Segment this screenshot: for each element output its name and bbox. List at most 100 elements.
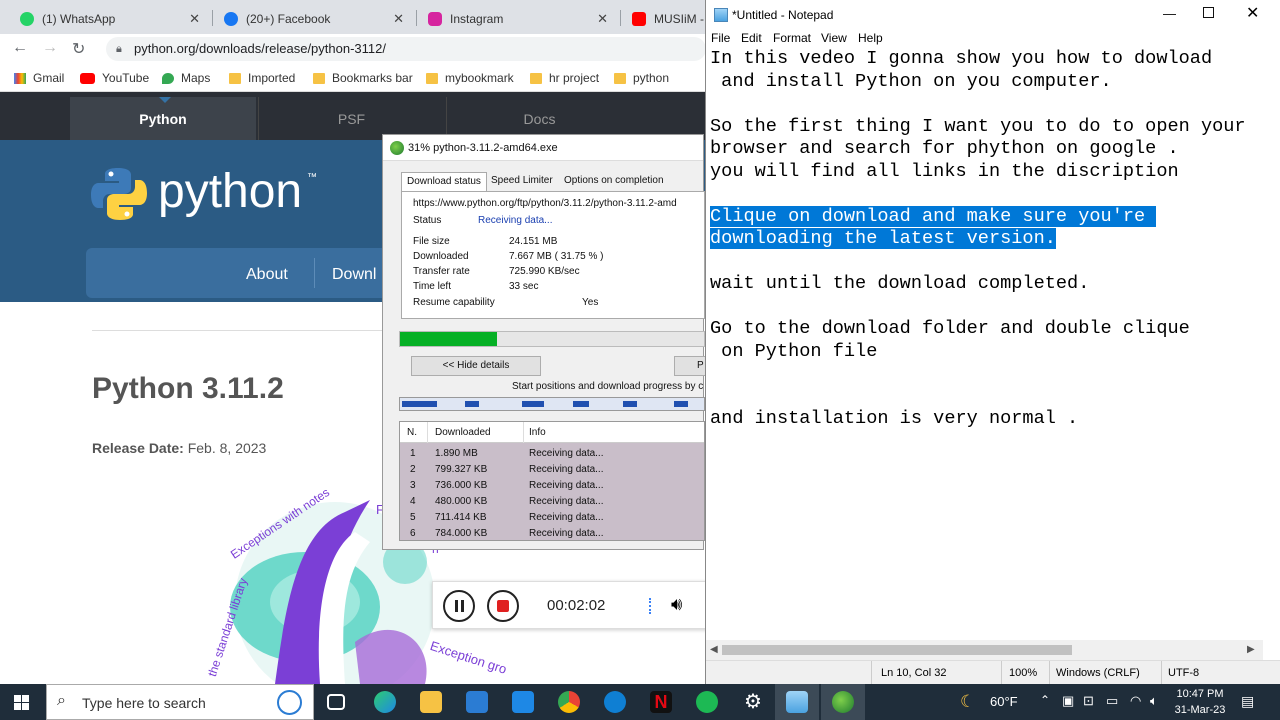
- back-icon[interactable]: ←: [12, 39, 28, 57]
- hide-details-button[interactable]: << Hide details: [411, 356, 541, 376]
- menu-downloads[interactable]: Downl: [332, 266, 376, 284]
- taskbar-search-box[interactable]: ⌕ Type here to search: [46, 684, 314, 720]
- gmail-icon: [14, 72, 26, 84]
- tray-icon[interactable]: ▣: [1062, 693, 1074, 709]
- scroll-right-icon[interactable]: ▶: [1247, 644, 1255, 655]
- field-value: 725.990 KB/sec: [509, 266, 580, 277]
- bing-icon[interactable]: [277, 690, 302, 715]
- table-row[interactable]: 6 784.000 KB Receiving data...: [400, 526, 704, 540]
- folder-icon: [530, 72, 542, 84]
- bookmark-bookmarks-bar[interactable]: Bookmarks bar: [313, 71, 413, 85]
- mail-icon[interactable]: [512, 691, 534, 713]
- bookmark-imported[interactable]: Imported: [229, 71, 295, 85]
- minimize-icon[interactable]: —: [1163, 6, 1176, 21]
- table-cell: 799.327 KB: [435, 464, 488, 475]
- field-value: Yes: [582, 297, 599, 308]
- table-cell: 6: [410, 528, 416, 539]
- tray-icon[interactable]: ⊡: [1083, 693, 1094, 709]
- settings-icon[interactable]: ⚙: [742, 691, 764, 713]
- close-icon[interactable]: ✕: [597, 11, 608, 27]
- release-date-label: Release Date:: [92, 440, 184, 456]
- horizontal-scrollbar[interactable]: ◀ ▶: [706, 640, 1263, 660]
- menu-help[interactable]: Help: [858, 31, 883, 45]
- zoom-icon[interactable]: [604, 691, 626, 713]
- task-view-icon[interactable]: [327, 694, 345, 710]
- windows-start-icon[interactable]: [14, 695, 30, 711]
- tab-facebook[interactable]: (20+) Facebook ✕: [212, 4, 412, 34]
- tab-download-status[interactable]: Download status: [401, 172, 487, 192]
- battery-icon[interactable]: ▭: [1106, 693, 1118, 709]
- menu-file[interactable]: File: [711, 31, 730, 45]
- stop-recording-button[interactable]: [487, 590, 519, 622]
- bookmark-python[interactable]: python: [614, 71, 669, 85]
- table-row[interactable]: 2 799.327 KB Receiving data...: [400, 462, 704, 478]
- spotify-icon[interactable]: [696, 691, 718, 713]
- network-icon[interactable]: ◠: [1130, 693, 1141, 709]
- bookmark-maps[interactable]: Maps: [162, 71, 210, 85]
- selected-text: Clique on download and make sure you're …: [710, 205, 1157, 249]
- notepad-text-area[interactable]: In this vedeo I gonna show you how to do…: [710, 48, 1265, 640]
- table-row[interactable]: 3 736.000 KB Receiving data...: [400, 478, 704, 494]
- connections-table: N. Downloaded Info 1 1.890 MB Receiving da…: [399, 421, 705, 541]
- notifications-icon[interactable]: ▤: [1241, 693, 1254, 710]
- table-row[interactable]: 5 711.414 KB Receiving data...: [400, 510, 704, 526]
- tab-whatsapp[interactable]: (1) WhatsApp ✕: [8, 4, 208, 34]
- column-header[interactable]: N.: [407, 427, 417, 438]
- menu-format[interactable]: Format: [773, 31, 811, 45]
- bookmark-mybookmark[interactable]: mybookmark: [426, 71, 514, 85]
- reload-icon[interactable]: ↻: [72, 39, 85, 59]
- nav-python[interactable]: Python: [70, 97, 256, 140]
- idm-taskbar-active[interactable]: [821, 684, 865, 720]
- scroll-left-icon[interactable]: ◀: [710, 644, 718, 655]
- python-logo-icon[interactable]: [90, 166, 148, 222]
- tab-label: MUSIiM -: [654, 12, 704, 26]
- speaker-icon[interactable]: 🔊︎: [671, 594, 682, 615]
- table-cell: Receiving data...: [529, 528, 604, 539]
- download-url: https://www.python.org/ftp/python/3.11.2…: [413, 198, 677, 209]
- chevron-up-icon[interactable]: ⌃: [1040, 693, 1050, 707]
- vertical-scrollbar[interactable]: [1263, 48, 1280, 640]
- clock-time: 10:47 PM: [1176, 688, 1224, 700]
- chrome-icon[interactable]: [558, 691, 580, 713]
- file-explorer-icon[interactable]: [420, 691, 442, 713]
- close-icon[interactable]: ✕: [393, 11, 404, 27]
- menu-edit[interactable]: Edit: [741, 31, 762, 45]
- tab-options-on-completion[interactable]: Options on completion: [564, 175, 664, 186]
- column-header[interactable]: Info: [529, 427, 546, 438]
- store-icon[interactable]: [466, 691, 488, 713]
- table-row[interactable]: 1 1.890 MB Receiving data...: [400, 446, 704, 462]
- table-cell: 736.000 KB: [435, 480, 488, 491]
- instagram-icon: [428, 12, 442, 26]
- pause-recording-button[interactable]: [443, 590, 475, 622]
- notepad-title: *Untitled - Notepad: [732, 8, 834, 22]
- maximize-icon[interactable]: [1203, 7, 1214, 18]
- close-icon[interactable]: ✕: [1246, 3, 1259, 23]
- bookmark-label: Bookmarks bar: [332, 71, 413, 85]
- scroll-thumb[interactable]: [722, 645, 1072, 655]
- notepad-taskbar-active[interactable]: [775, 684, 819, 720]
- weather-moon-icon[interactable]: ☾: [960, 692, 975, 712]
- clock[interactable]: 10:47 PM 31-Mar-23: [1170, 686, 1230, 718]
- edge-icon[interactable]: [374, 691, 396, 713]
- url-field[interactable]: 🔒︎ python.org/downloads/release/python-3…: [106, 37, 705, 61]
- page-title: Python 3.11.2: [92, 372, 284, 405]
- search-placeholder: Type here to search: [82, 695, 206, 711]
- volume-icon[interactable]: 🔈︎: [1150, 693, 1158, 709]
- bookmark-youtube[interactable]: YouTube: [80, 71, 149, 85]
- bookmark-hr-project[interactable]: hr project: [530, 71, 599, 85]
- bookmark-gmail[interactable]: Gmail: [14, 71, 64, 85]
- close-icon[interactable]: ✕: [189, 11, 200, 27]
- tab-instagram[interactable]: Instagram ✕: [416, 4, 616, 34]
- menu-view[interactable]: View: [821, 31, 847, 45]
- table-cell: 2: [410, 464, 416, 475]
- netflix-icon[interactable]: N: [650, 691, 672, 713]
- column-header[interactable]: Downloaded: [435, 427, 491, 438]
- tab-speed-limiter[interactable]: Speed Limiter: [491, 175, 553, 186]
- temperature[interactable]: 60°F: [990, 694, 1018, 709]
- forward-icon[interactable]: →: [42, 39, 58, 57]
- tab-youtube[interactable]: MUSIiM -: [620, 4, 705, 34]
- table-row[interactable]: 4 480.000 KB Receiving data...: [400, 494, 704, 510]
- drag-handle[interactable]: [649, 598, 653, 614]
- notepad-title-bar: *Untitled - Notepad — ✕: [706, 0, 1280, 30]
- menu-about[interactable]: About: [246, 266, 288, 284]
